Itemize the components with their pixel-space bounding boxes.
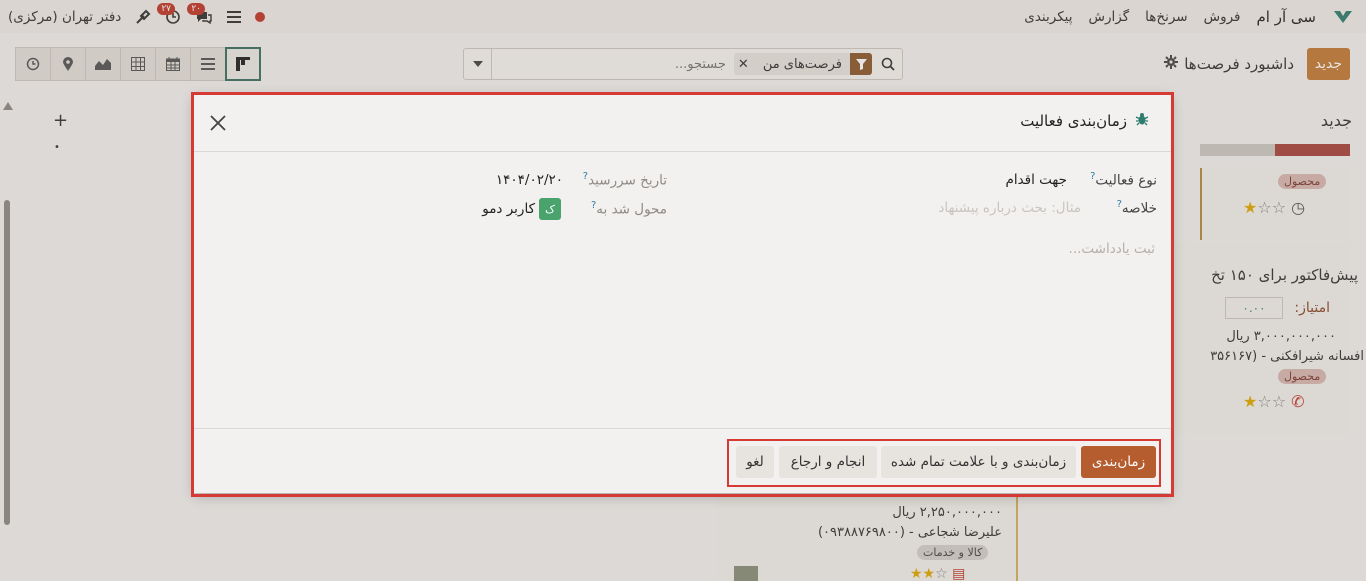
schedule-mark-done-button[interactable]: زمان‌بندی و با علامت تمام شده — [881, 446, 1076, 478]
activity-type-field[interactable]: جهت اقدام — [1005, 172, 1067, 188]
assigned-to-field[interactable]: ک کاربر دمو — [482, 198, 561, 220]
assigned-to-label: محول شد به? — [590, 200, 667, 218]
summary-input[interactable]: مثال: بحث درباره پیشنهاد — [938, 200, 1081, 216]
schedule-activity-dialog: زمان‌بندی فعالیت نوع فعالیت? جهت اقدام خ… — [194, 95, 1171, 493]
due-date-field[interactable]: ۱۴۰۴/۰۲/۲۰ — [496, 172, 563, 188]
note-editor[interactable]: ثبت یادداشت... — [1069, 241, 1155, 257]
close-icon[interactable] — [208, 113, 228, 133]
dialog-title: زمان‌بندی فعالیت — [1020, 112, 1149, 130]
due-date-label: تاریخ سررسید? — [582, 171, 667, 189]
activity-type-label: نوع فعالیت? — [1090, 171, 1157, 189]
bug-icon — [1135, 112, 1149, 130]
assigned-user-name: کاربر دمو — [482, 201, 535, 217]
dialog-title-text: زمان‌بندی فعالیت — [1020, 112, 1127, 130]
summary-label: خلاصه? — [1116, 199, 1157, 217]
done-and-schedule-next-button[interactable]: انجام و ارجاع — [779, 446, 877, 478]
avatar: ک — [539, 198, 561, 220]
cancel-button[interactable]: لغو — [736, 446, 774, 478]
schedule-button[interactable]: زمان‌بندی — [1081, 446, 1156, 478]
dialog-header: زمان‌بندی فعالیت — [194, 95, 1171, 152]
